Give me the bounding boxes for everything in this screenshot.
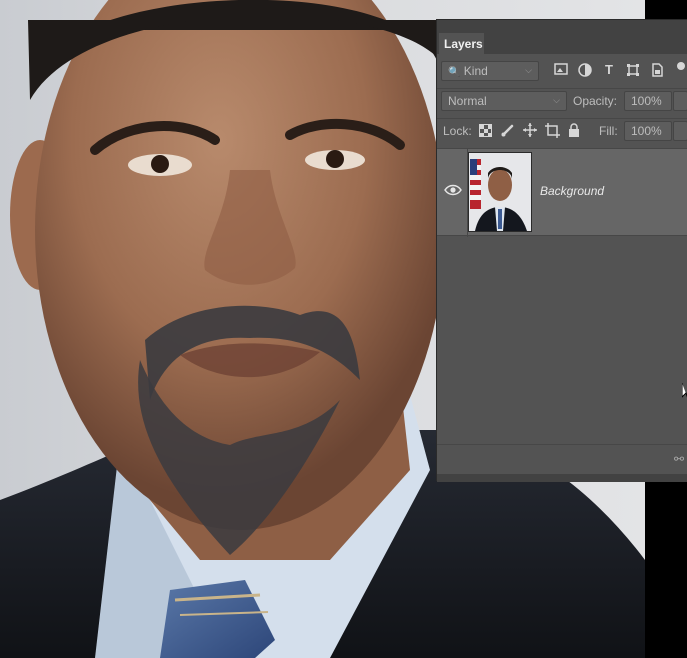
layer-name[interactable]: Background xyxy=(540,184,604,198)
mouse-cursor-icon xyxy=(682,383,687,398)
lock-label: Lock: xyxy=(443,124,472,138)
shape-filter-icon[interactable] xyxy=(625,63,641,80)
opacity-input[interactable]: 100% xyxy=(624,91,672,111)
blend-mode-select[interactable]: Normal ⌵ xyxy=(441,91,567,111)
lock-all-icon[interactable] xyxy=(566,123,582,140)
opacity-label: Opacity: xyxy=(573,94,618,108)
opacity-dropdown-button[interactable] xyxy=(673,91,687,111)
type-filter-icon[interactable]: T xyxy=(601,62,617,77)
lock-artboard-icon[interactable] xyxy=(544,123,560,141)
opacity-value: 100% xyxy=(631,94,662,108)
fill-value: 100% xyxy=(631,124,662,138)
blend-row: Normal ⌵ Opacity: 100% xyxy=(437,88,687,114)
lock-transparent-icon[interactable] xyxy=(477,124,493,140)
panel-footer: ⚯ xyxy=(437,444,687,474)
fill-label: Fill: xyxy=(599,124,618,138)
eye-icon[interactable] xyxy=(444,183,462,197)
lock-position-icon[interactable] xyxy=(522,123,538,140)
fill-input[interactable]: 100% xyxy=(624,121,672,141)
chevron-down-icon: ⌵ xyxy=(525,65,532,75)
chevron-down-icon: ⌵ xyxy=(553,95,560,105)
tab-layers[interactable]: Layers xyxy=(439,33,484,54)
filter-row: 🔍 Kind ⌵ T xyxy=(437,58,687,84)
layer-row-background[interactable]: Background xyxy=(437,148,687,237)
layers-panel: Layers 🔍 Kind ⌵ T Normal ⌵ Opacity: 100%… xyxy=(436,19,687,482)
lock-image-icon[interactable] xyxy=(500,123,516,140)
smart-object-filter-icon[interactable] xyxy=(649,63,665,80)
filter-kind-value: Kind xyxy=(463,64,488,78)
fill-dropdown-button[interactable] xyxy=(673,121,687,141)
filter-toggle-icon[interactable] xyxy=(673,62,687,79)
adjustment-filter-icon[interactable] xyxy=(577,63,593,80)
image-filter-icon[interactable] xyxy=(553,63,569,78)
lock-row: Lock: Fill: 100% xyxy=(437,118,687,144)
panel-bottom-edge xyxy=(437,474,687,482)
filter-kind-select[interactable]: 🔍 Kind ⌵ xyxy=(441,61,539,81)
search-icon: 🔍 xyxy=(448,67,461,78)
panel-tab-bar: Layers xyxy=(437,20,687,54)
blend-mode-value: Normal xyxy=(448,94,487,108)
link-layers-icon[interactable]: ⚯ xyxy=(674,452,684,466)
layer-thumbnail[interactable] xyxy=(468,152,532,232)
